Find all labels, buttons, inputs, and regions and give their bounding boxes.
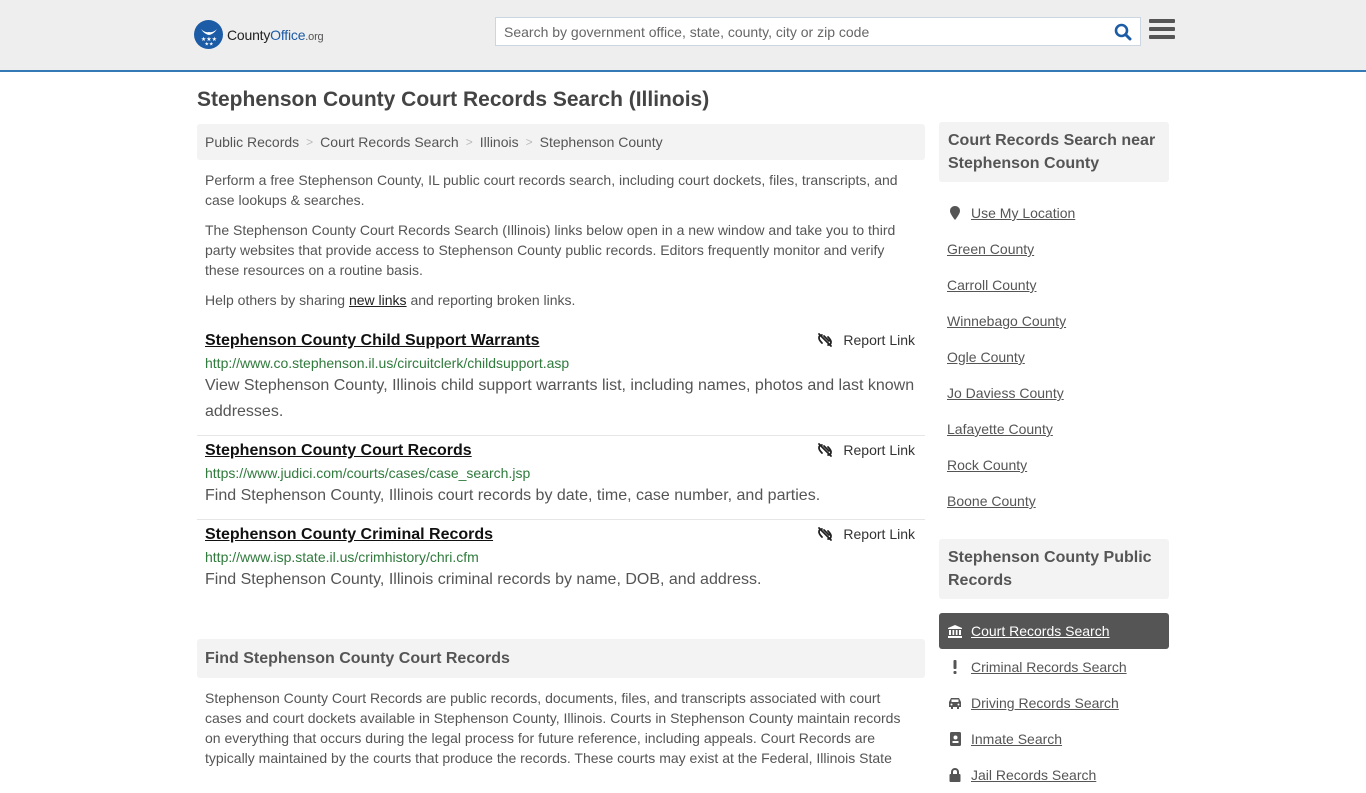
resource-link-description: Find Stephenson County, Illinois court r… [205,487,821,504]
nearby-county-link[interactable]: Jo Daviess County [939,375,1169,411]
breadcrumb-separator: > [465,135,473,149]
search-icon [1114,23,1132,40]
courthouse-icon [947,624,963,638]
public-records-heading: Stephenson County Public Records [939,539,1169,599]
use-my-location-link[interactable]: Use My Location [939,195,1169,231]
lock-icon [947,768,963,782]
site-header: ★★★ ★★ CountyOffice.org [0,0,1366,72]
resource-link-url: http://www.isp.state.il.us/crimhistory/c… [205,549,479,565]
breadcrumb-court-records-search[interactable]: Court Records Search [320,134,459,150]
public-records-item-label: Inmate Search [971,731,1063,747]
public-records-item-label: Criminal Records Search [971,659,1127,675]
find-records-body: Stephenson County Court Records are publ… [205,690,901,766]
map-marker-icon [947,206,963,220]
report-link-button[interactable]: Report Link [817,442,915,458]
report-link-label: Report Link [843,332,915,348]
public-records-item-label: Court Records Search [971,623,1110,639]
hamburger-menu-icon [1149,19,1175,23]
resource-link-url: https://www.judici.com/courts/cases/case… [205,465,531,481]
intro-paragraph: Perform a free Stephenson County, IL pub… [205,172,898,208]
breadcrumb-separator: > [525,135,533,149]
broken-link-icon [818,527,833,541]
report-link-button[interactable]: Report Link [817,332,915,348]
public-records-item-label: Jail Records Search [971,767,1097,783]
hamburger-menu-bar [1149,35,1175,39]
breadcrumb-public-records[interactable]: Public Records [205,134,299,150]
resource-link-url: http://www.co.stephenson.il.us/circuitcl… [205,355,570,371]
resource-link-title[interactable]: Stephenson County Court Records [205,440,472,462]
report-link-button[interactable]: Report Link [817,526,915,542]
resource-link-title[interactable]: Stephenson County Criminal Records [205,524,493,546]
public-records-item-driving-records-search[interactable]: Driving Records Search [939,685,1169,721]
find-records-heading: Find Stephenson County Court Records [197,639,925,678]
main-content: Public Records > Court Records Search > … [197,124,925,768]
nearby-county-link[interactable]: Lafayette County [939,411,1169,447]
car-icon [947,697,963,709]
public-records-item-inmate-search[interactable]: Inmate Search [939,721,1169,757]
resource-link-description: View Stephenson County, Illinois child s… [205,377,915,420]
hamburger-menu-bar [1149,27,1175,31]
new-links-link[interactable]: new links [349,292,407,308]
intro-text: Perform a free Stephenson County, IL pub… [197,170,925,310]
nearby-counties-list: Use My Location Green County Carroll Cou… [939,195,1169,519]
resource-link-item: Stephenson County Criminal Records Repor… [197,520,925,603]
nearby-county-link[interactable]: Ogle County [939,339,1169,375]
nearby-county-link[interactable]: Winnebago County [939,303,1169,339]
resource-link-title[interactable]: Stephenson County Child Support Warrants [205,330,540,352]
breadcrumb-stephenson-county[interactable]: Stephenson County [540,134,663,150]
breadcrumb-separator: > [306,135,314,149]
search-input[interactable] [496,18,1106,45]
nearby-county-link[interactable]: Carroll County [939,267,1169,303]
site-logo[interactable]: ★★★ ★★ CountyOffice.org [194,20,324,49]
exclamation-icon [947,660,963,674]
use-my-location-label: Use My Location [971,205,1076,221]
broken-link-icon [818,443,833,457]
sidebar: Court Records Search near Stephenson Cou… [939,122,1169,793]
id-badge-icon [947,732,963,746]
nearby-county-link[interactable]: Boone County [939,483,1169,519]
page-title: Stephenson County Court Records Search (… [197,88,710,111]
resource-link-item: Stephenson County Child Support Warrants… [197,326,925,436]
report-link-label: Report Link [843,442,915,458]
resource-link-item: Stephenson County Court Records Report L… [197,436,925,520]
resource-links-list: Stephenson County Child Support Warrants… [197,326,925,603]
nearby-county-link[interactable]: Green County [939,231,1169,267]
intro-paragraph: The Stephenson County Court Records Sear… [205,222,896,278]
logo-text: CountyOffice.org [227,26,324,43]
public-records-item-criminal-records-search[interactable]: Criminal Records Search [939,649,1169,685]
public-records-list: Court Records Search Criminal Records Se… [939,613,1169,793]
search-bar [495,17,1141,46]
resource-link-description: Find Stephenson County, Illinois crimina… [205,571,762,588]
search-button[interactable] [1106,18,1140,45]
report-link-label: Report Link [843,526,915,542]
breadcrumb-illinois[interactable]: Illinois [480,134,519,150]
nearby-county-link[interactable]: Rock County [939,447,1169,483]
share-text: Help others by sharing [205,292,349,308]
nearby-heading: Court Records Search near Stephenson Cou… [939,122,1169,182]
svg-text:★★: ★★ [204,41,213,46]
share-links-paragraph: Help others by sharing new links and rep… [205,290,917,310]
breadcrumb: Public Records > Court Records Search > … [197,124,925,160]
share-text: and reporting broken links. [406,292,576,308]
hamburger-menu-button[interactable] [1149,19,1175,43]
public-records-item-label: Driving Records Search [971,695,1119,711]
public-records-item-jail-records-search[interactable]: Jail Records Search [939,757,1169,793]
broken-link-icon [818,333,833,347]
public-records-item-court-records-search[interactable]: Court Records Search [939,613,1169,649]
eagle-stars-logo-icon: ★★★ ★★ [194,20,223,49]
